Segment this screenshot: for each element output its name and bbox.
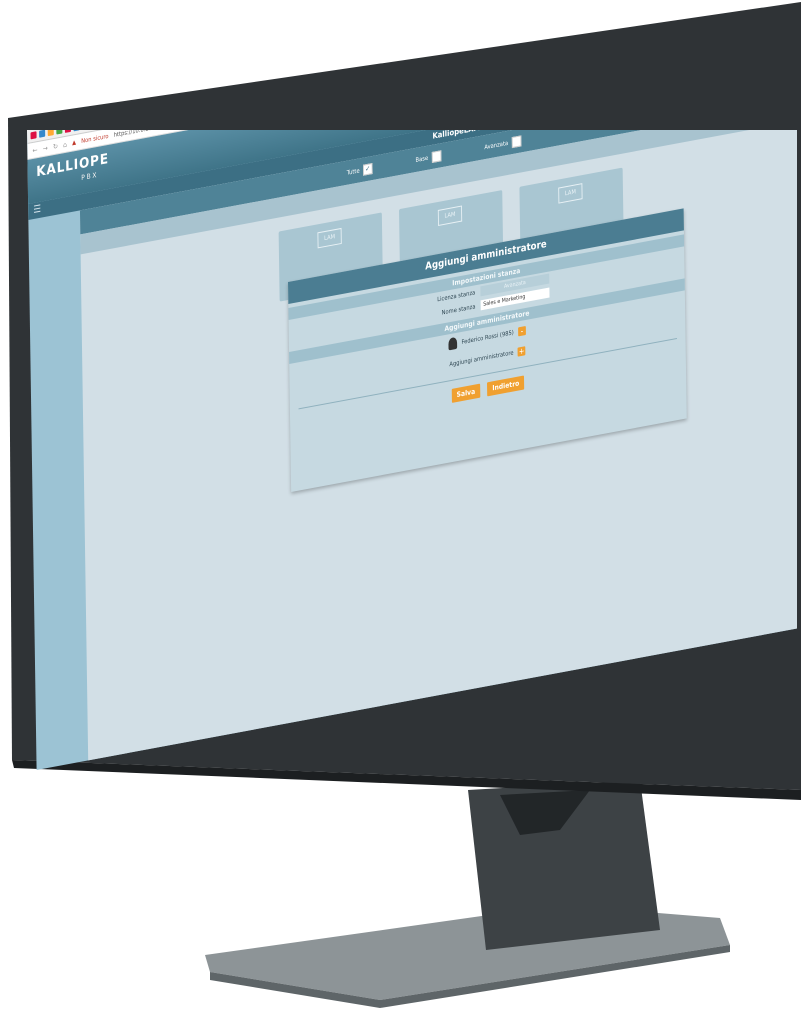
filter-base[interactable]: Base <box>415 150 442 166</box>
avatar <box>448 336 458 351</box>
filter-checkbox[interactable]: ✓ <box>362 163 373 176</box>
lam-badge: LAM <box>558 183 583 204</box>
security-warning: Non sicuro <box>81 132 109 145</box>
filter-avanzata[interactable]: Avanzata <box>484 135 522 153</box>
filter-checkbox[interactable] <box>511 135 522 149</box>
add-admin-plus-icon[interactable]: + <box>517 345 526 357</box>
lam-badge: LAM <box>437 205 463 226</box>
page-content: Tutte ✓ Base Avanzata LAM LAM LAM Aggiun… <box>79 130 797 770</box>
remove-admin-icon[interactable]: - <box>518 325 526 336</box>
bookmark-icon[interactable] <box>39 130 46 138</box>
forward-arrow-icon[interactable]: → <box>43 144 48 153</box>
warning-icon: ▲ <box>72 138 77 147</box>
hamburger-menu-icon[interactable]: ☰ <box>33 204 41 216</box>
back-arrow-icon[interactable]: ← <box>32 146 37 155</box>
save-button[interactable]: Salva <box>451 383 481 403</box>
filter-label: Base <box>415 154 429 164</box>
filter-tutte[interactable]: Tutte ✓ <box>347 163 373 179</box>
home-icon[interactable]: ⌂ <box>63 140 67 149</box>
filter-label: Tutte <box>346 167 360 177</box>
reload-icon[interactable]: ↻ <box>53 142 58 151</box>
kalliope-app: ← → ↻ ⌂ ▲ Non sicuro https://10.0.20.168… <box>27 130 797 770</box>
bookmark-icon[interactable] <box>47 130 54 137</box>
logo-subtitle: PBX <box>81 170 99 183</box>
lam-badge: LAM <box>317 227 342 249</box>
back-button[interactable]: Indietro <box>487 375 525 397</box>
bookmark-icon[interactable] <box>64 130 72 133</box>
filter-label: Avanzata <box>484 139 509 152</box>
screen: ← → ↻ ⌂ ▲ Non sicuro https://10.0.20.168… <box>27 130 797 900</box>
bookmark-icon[interactable] <box>56 130 63 135</box>
bookmark-icon[interactable] <box>73 130 80 132</box>
bookmark-icon[interactable] <box>30 131 37 140</box>
add-admin-label: Aggiungi amministratore <box>449 348 514 368</box>
filter-checkbox[interactable] <box>431 150 442 164</box>
